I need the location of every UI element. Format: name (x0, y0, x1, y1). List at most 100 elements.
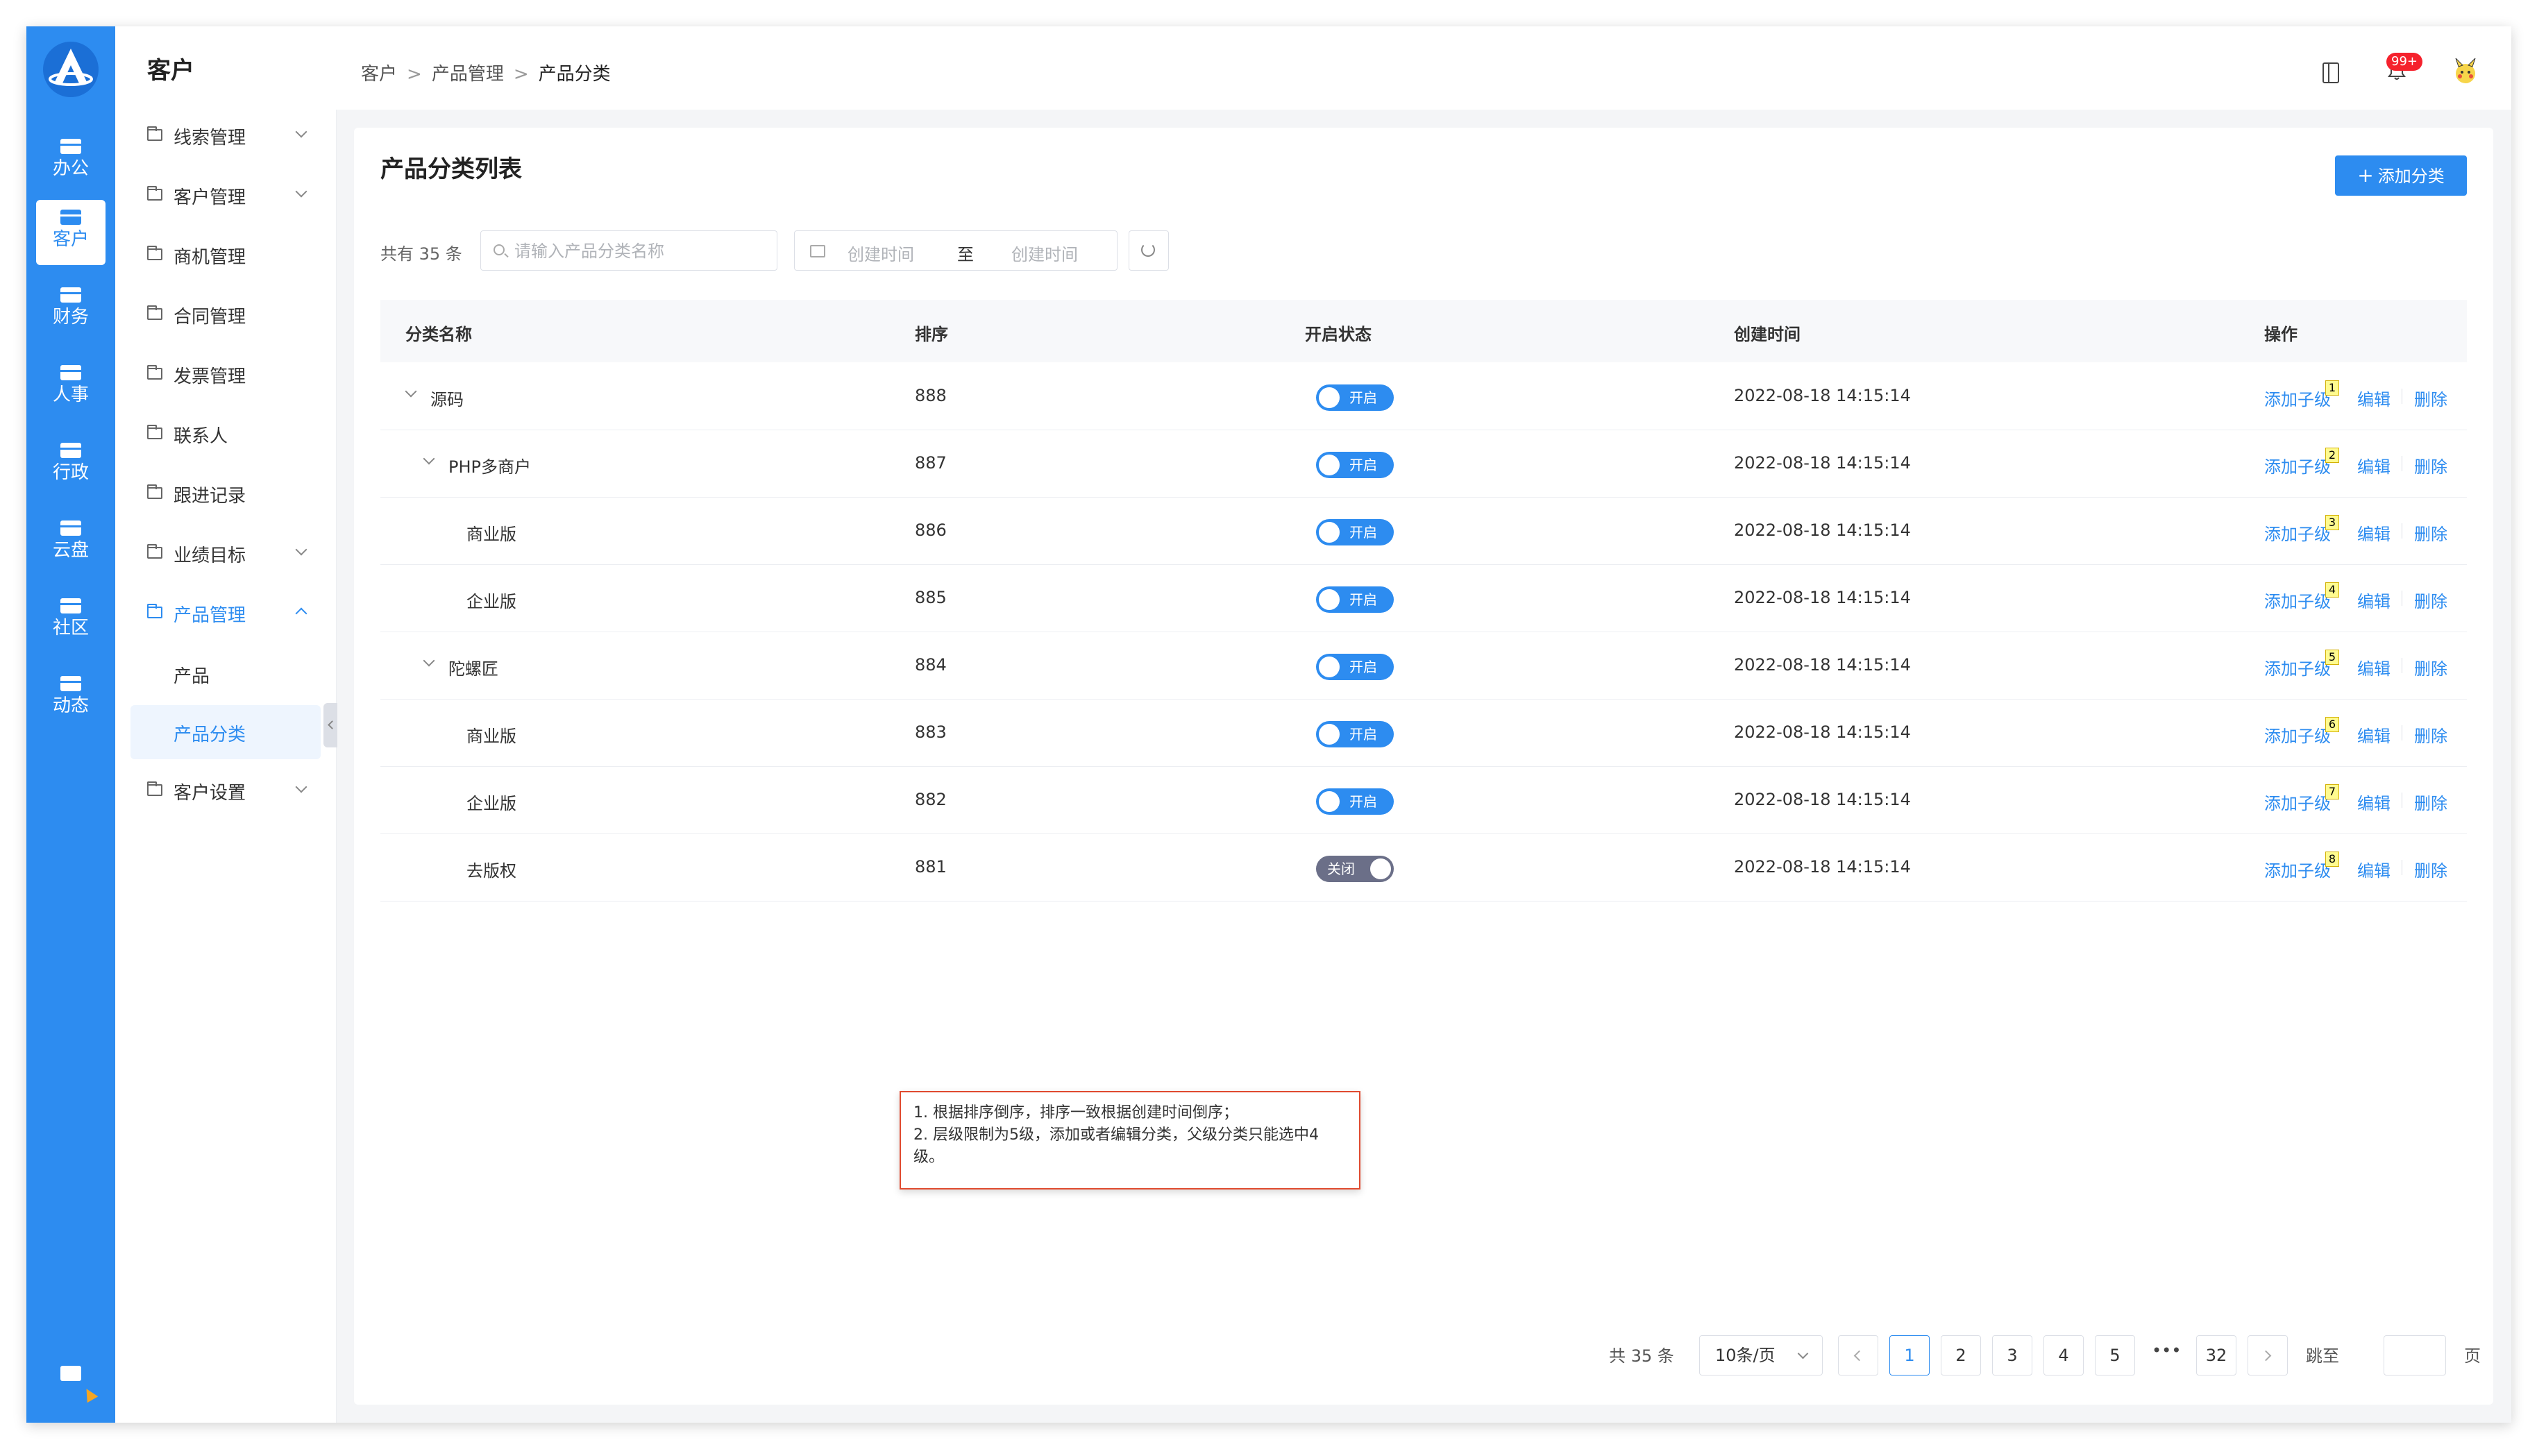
page-button-2[interactable]: 2 (1941, 1335, 1981, 1375)
add-child-link[interactable]: 添加子级 (2264, 857, 2331, 881)
rail-item-office[interactable]: 办公 (36, 129, 106, 194)
status-toggle[interactable]: 关闭 (1316, 856, 1394, 882)
status-toggle[interactable]: 开启 (1316, 452, 1394, 478)
sidebar-item-contacts[interactable]: 联系人 (130, 408, 321, 459)
delete-link[interactable]: 删除 (2414, 790, 2447, 814)
edit-link[interactable]: 编辑 (2357, 722, 2391, 747)
add-child-link[interactable]: 添加子级 (2264, 386, 2331, 410)
rail-item-community[interactable]: 社区 (36, 589, 106, 654)
created-time: 2022-08-18 14:15:14 (1734, 655, 1911, 675)
folder-icon (147, 544, 162, 559)
sidebar-item-contracts[interactable]: 合同管理 (130, 289, 321, 340)
sidebar-item-followups[interactable]: 跟进记录 (130, 468, 321, 519)
settings-folder-icon[interactable] (60, 1366, 81, 1381)
page-size-select[interactable]: 10条/页 (1699, 1335, 1823, 1375)
status-toggle[interactable]: 开启 (1316, 586, 1394, 613)
sidebar-item-leads[interactable]: 线索管理 (130, 110, 321, 161)
next-page-button[interactable] (2248, 1335, 2288, 1375)
edit-link[interactable]: 编辑 (2357, 386, 2391, 410)
annotation-marker: 1 (2325, 380, 2339, 396)
search-input[interactable] (513, 231, 773, 271)
sidebar-item-invoices[interactable]: 发票管理 (130, 348, 321, 400)
breadcrumb-item[interactable]: 客户 (361, 64, 397, 85)
date-range-picker[interactable]: 创建时间 至 创建时间 (794, 230, 1118, 271)
edit-link[interactable]: 编辑 (2357, 857, 2391, 881)
sidebar-item-targets[interactable]: 业绩目标 (130, 527, 321, 579)
sort-value: 888 (915, 386, 947, 405)
sidebar-title: 客户 (147, 57, 194, 85)
edit-link[interactable]: 编辑 (2357, 790, 2391, 814)
page-button-3[interactable]: 3 (1992, 1335, 2032, 1375)
sidebar-item-customer-settings[interactable]: 客户设置 (130, 765, 321, 816)
chevron-down-icon (295, 543, 307, 556)
prev-page-button[interactable] (1838, 1335, 1878, 1375)
breadcrumb-item[interactable]: 产品管理 (432, 64, 504, 85)
edit-link[interactable]: 编辑 (2357, 588, 2391, 612)
column-header: 分类名称 (405, 325, 472, 344)
rail-label: 人事 (52, 384, 89, 405)
sidebar-item-customers[interactable]: 客户管理 (130, 169, 321, 221)
category-name: 企业版 (466, 592, 516, 611)
edit-link[interactable]: 编辑 (2357, 453, 2391, 477)
sidebar-collapse-handle[interactable] (323, 703, 337, 747)
toggle-knob (1319, 589, 1340, 610)
rail-item-hr[interactable]: 人事 (36, 355, 106, 421)
sort-value: 882 (915, 790, 947, 809)
add-category-button[interactable]: + 添加分类 (2335, 155, 2467, 196)
edit-link[interactable]: 编辑 (2357, 655, 2391, 679)
toggle-knob (1319, 724, 1340, 745)
delete-link[interactable]: 删除 (2414, 857, 2447, 881)
add-child-link[interactable]: 添加子级 (2264, 790, 2331, 814)
annotation-marker: 7 (2325, 784, 2339, 799)
category-name: 去版权 (466, 861, 516, 881)
sidebar-subitem-product[interactable]: 产品 (130, 647, 321, 701)
pagination-ellipsis[interactable]: ••• (2152, 1341, 2181, 1360)
status-toggle[interactable]: 开启 (1316, 654, 1394, 680)
sidebar-item-label: 客户设置 (174, 783, 246, 804)
delete-link[interactable]: 删除 (2414, 386, 2447, 410)
rail-item-customer[interactable]: 客户 (36, 200, 106, 265)
status-toggle[interactable]: 开启 (1316, 721, 1394, 747)
status-toggle[interactable]: 开启 (1316, 384, 1394, 411)
rail-item-admin[interactable]: 行政 (36, 433, 106, 498)
delete-link[interactable]: 删除 (2414, 588, 2447, 612)
rail-item-finance[interactable]: 财务 (36, 278, 106, 343)
chevron-down-icon[interactable] (405, 385, 417, 398)
refresh-button[interactable] (1129, 230, 1169, 271)
edit-link[interactable]: 编辑 (2357, 520, 2391, 545)
delete-link[interactable]: 删除 (2414, 453, 2447, 477)
add-child-link[interactable]: 添加子级 (2264, 722, 2331, 747)
add-child-link[interactable]: 添加子级 (2264, 588, 2331, 612)
sidebar-item-products[interactable]: 产品管理 (130, 587, 321, 638)
add-child-link[interactable]: 添加子级 (2264, 655, 2331, 679)
rail-item-cloud[interactable]: 云盘 (36, 511, 106, 576)
page-button-1[interactable]: 1 (1889, 1335, 1930, 1375)
delete-link[interactable]: 删除 (2414, 520, 2447, 545)
add-child-link[interactable]: 添加子级 (2264, 453, 2331, 477)
sort-value: 884 (915, 655, 947, 675)
chevron-down-icon (295, 781, 307, 793)
status-toggle[interactable]: 开启 (1316, 519, 1394, 545)
date-start-placeholder[interactable]: 创建时间 (848, 241, 914, 265)
rail-item-activity[interactable]: 动态 (36, 666, 106, 731)
sidebar-subitem-label: 产品分类 (174, 725, 246, 745)
sidebar-subitem-product-category[interactable]: 产品分类 (130, 705, 321, 759)
jump-page-input[interactable] (2384, 1335, 2446, 1375)
chevron-down-icon[interactable] (423, 452, 435, 465)
avatar[interactable] (2450, 57, 2481, 87)
page-button-4[interactable]: 4 (2043, 1335, 2084, 1375)
status-toggle[interactable]: 开启 (1316, 788, 1394, 815)
rail-label: 财务 (52, 307, 89, 328)
page-button-last[interactable]: 32 (2196, 1335, 2236, 1375)
delete-link[interactable]: 删除 (2414, 722, 2447, 747)
add-child-link[interactable]: 添加子级 (2264, 520, 2331, 545)
folder-icon (60, 365, 81, 380)
chevron-down-icon[interactable] (423, 654, 435, 667)
page-button-5[interactable]: 5 (2095, 1335, 2135, 1375)
delete-link[interactable]: 删除 (2414, 655, 2447, 679)
notebook-icon[interactable] (2322, 62, 2339, 83)
folder-icon (60, 676, 81, 691)
date-end-placeholder[interactable]: 创建时间 (1011, 241, 1078, 265)
sidebar-item-opportunities[interactable]: 商机管理 (130, 229, 321, 280)
app-logo-icon[interactable] (42, 40, 100, 99)
